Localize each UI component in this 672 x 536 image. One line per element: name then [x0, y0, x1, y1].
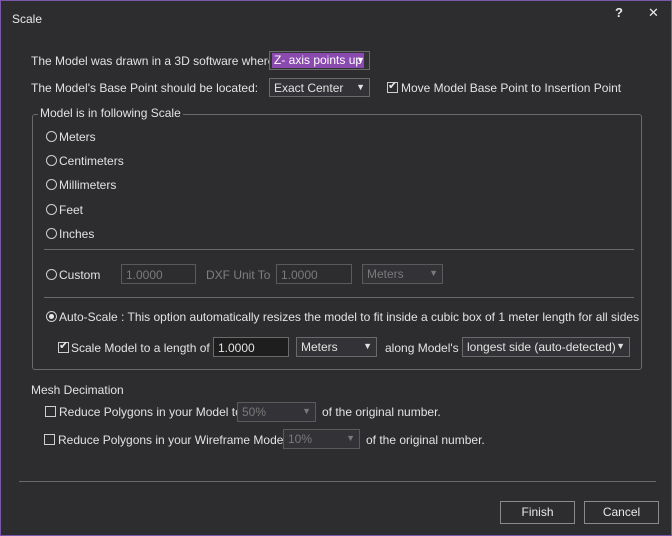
reduce-polygons-dropdown[interactable]: 50% ▼ [237, 402, 316, 422]
axis-dropdown-value: Z- axis points up [272, 53, 365, 68]
reduce-polygons-value: 50% [242, 405, 267, 419]
radio-millimeters[interactable] [46, 179, 57, 190]
help-button[interactable]: ? [615, 5, 623, 20]
chevron-down-icon: ▼ [346, 433, 355, 443]
move-base-point-label: Move Model Base Point to Insertion Point [401, 81, 622, 95]
radio-inches[interactable] [46, 228, 57, 239]
reduce-wireframe-dropdown[interactable]: 10% ▼ [283, 429, 360, 449]
chevron-down-icon: ▼ [356, 82, 365, 92]
separator [44, 297, 634, 298]
scale-model-label: Scale Model to a length of [71, 341, 210, 355]
unit-label-inches: Inches [59, 227, 95, 241]
radio-feet[interactable] [46, 204, 57, 215]
radio-meters[interactable] [46, 131, 57, 142]
side-value: longest side (auto-detected) [467, 340, 616, 354]
dxf-unit-label: DXF Unit To [206, 268, 271, 282]
finish-button[interactable]: Finish [500, 501, 575, 524]
title-bar: Scale ? ✕ [1, 1, 671, 31]
scale-unit-dropdown[interactable]: Meters ▼ [296, 337, 377, 357]
chevron-down-icon: ▼ [302, 406, 311, 416]
chevron-down-icon: ▼ [356, 55, 365, 65]
base-point-label: The Model's Base Point should be located… [31, 81, 259, 95]
dxf-unit-input[interactable]: 1.0000 [276, 264, 352, 284]
dialog-title: Scale [12, 12, 43, 26]
reduce-wireframe-checkbox[interactable] [44, 434, 55, 445]
reduce-wireframe-label: Reduce Polygons in your Wireframe Model … [58, 433, 300, 447]
scale-groupbox [32, 114, 642, 370]
axis-dropdown[interactable]: Z- axis points up ▼ [269, 51, 370, 70]
radio-custom[interactable] [46, 269, 57, 280]
reduce-polygons-label: Reduce Polygons in your Model to [59, 405, 242, 419]
unit-label-millimeters: Millimeters [59, 178, 117, 192]
footer-separator [19, 481, 656, 482]
scale-unit-value: Meters [301, 340, 338, 354]
side-dropdown[interactable]: longest side (auto-detected) ▼ [462, 337, 630, 357]
dxf-unit-value: 1.0000 [281, 268, 318, 282]
unit-label-meters: Meters [59, 130, 96, 144]
move-base-point-checkbox[interactable]: ✔ [387, 80, 398, 93]
separator [44, 249, 634, 250]
auto-scale-label: Auto-Scale : This option automatically r… [59, 310, 640, 324]
base-point-value: Exact Center [274, 81, 344, 95]
scale-length-input[interactable]: 1.0000 [213, 337, 289, 357]
custom-scale-input[interactable]: 1.0000 [121, 264, 196, 284]
custom-label: Custom [59, 268, 101, 282]
scale-model-checkbox[interactable]: ✔ [58, 340, 69, 353]
reduce-wireframe-value: 10% [288, 432, 313, 446]
drawn-label: The Model was drawn in a 3D software whe… [31, 54, 282, 68]
scale-length-value: 1.0000 [218, 341, 255, 355]
base-point-dropdown[interactable]: Exact Center ▼ [269, 78, 370, 97]
custom-unit-value: Meters [367, 267, 404, 281]
reduce-polygons-checkbox[interactable] [45, 406, 56, 417]
custom-scale-value: 1.0000 [126, 268, 163, 282]
reduce-wireframe-suffix: of the original number. [366, 433, 485, 447]
scale-group-legend: Model is in following Scale [38, 106, 183, 120]
along-label: along Model's [385, 341, 459, 355]
chevron-down-icon: ▼ [616, 341, 625, 351]
unit-label-feet: Feet [59, 203, 84, 217]
scale-dialog: Scale ? ✕ The Model was drawn in a 3D so… [0, 0, 672, 536]
chevron-down-icon: ▼ [363, 341, 372, 351]
radio-centimeters[interactable] [46, 155, 57, 166]
chevron-down-icon: ▼ [429, 268, 438, 278]
mesh-title: Mesh Decimation [31, 383, 124, 397]
checkmark-icon: ✔ [388, 80, 398, 92]
reduce-polygons-suffix: of the original number. [322, 405, 441, 419]
cancel-button[interactable]: Cancel [584, 501, 659, 524]
unit-label-centimeters: Centimeters [59, 154, 124, 168]
close-button[interactable]: ✕ [648, 5, 659, 21]
custom-unit-dropdown[interactable]: Meters ▼ [362, 264, 443, 284]
checkmark-icon: ✔ [59, 340, 69, 352]
radio-auto-scale[interactable] [46, 311, 57, 322]
